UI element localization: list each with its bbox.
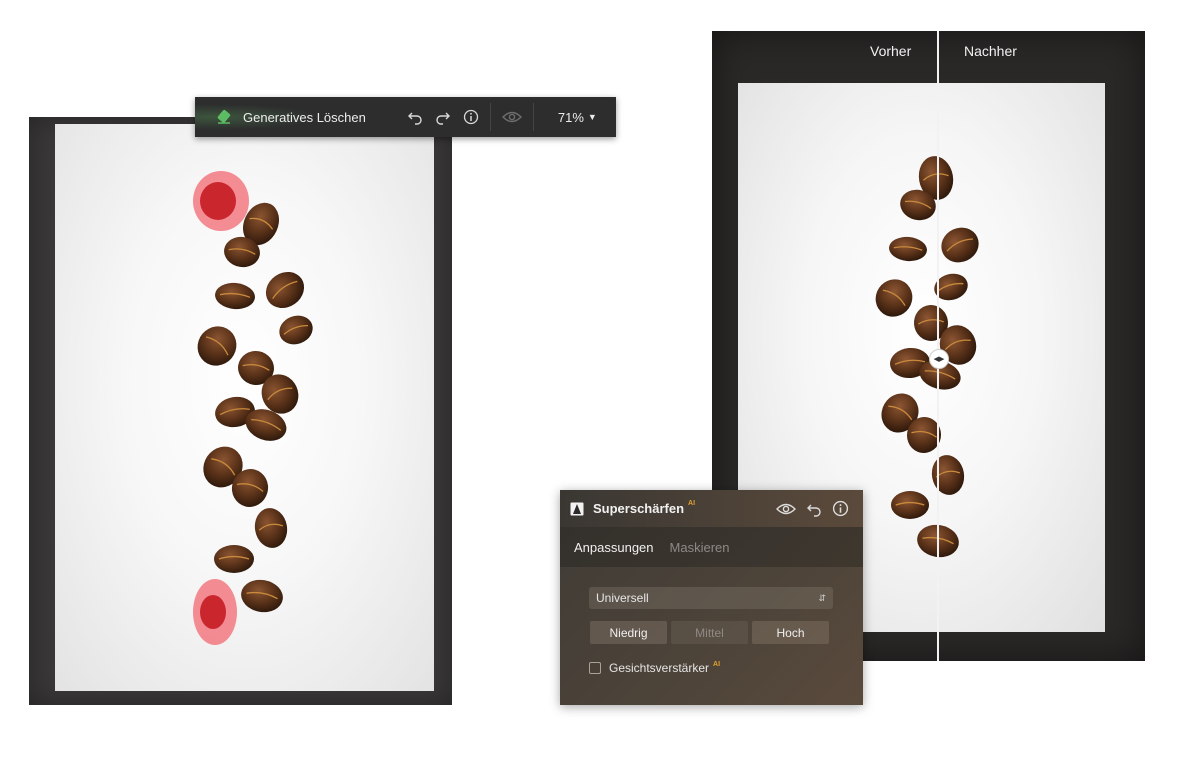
undo-icon[interactable] <box>406 108 424 126</box>
chevron-down-icon: ▼ <box>587 112 597 122</box>
eraser-icon <box>215 108 233 126</box>
zoom-dropdown[interactable]: 71% ▼ <box>534 110 597 125</box>
coffee-beans-image <box>193 171 313 645</box>
tool-indicator[interactable]: Generatives Löschen <box>195 97 380 137</box>
tab-masking[interactable]: Maskieren <box>670 540 730 555</box>
eye-icon[interactable] <box>776 502 796 516</box>
compare-divider[interactable] <box>937 31 939 661</box>
super-sharpen-panel: Superschärfen AI Anpassungen Maskieren U… <box>560 490 863 705</box>
erase-mask-top[interactable] <box>193 171 249 231</box>
coffee-bean <box>215 282 255 310</box>
ai-badge: AI <box>688 500 696 507</box>
before-label: Vorher <box>870 43 912 59</box>
coffee-bean <box>941 227 979 263</box>
tab-adjustments[interactable]: Anpassungen <box>574 540 654 555</box>
coffee-bean <box>279 315 313 345</box>
coffee-bean <box>889 236 927 262</box>
panel-title: Superschärfen <box>593 501 685 516</box>
coffee-bean <box>254 508 288 548</box>
face-enhancer-option: Gesichtsverstärker AI <box>589 661 833 675</box>
zoom-value: 71% <box>557 109 584 125</box>
after-label: Nachher <box>964 43 1017 59</box>
strength-low-button[interactable]: Niedrig <box>590 621 667 644</box>
coffee-bean <box>265 271 305 309</box>
panel-tabs: Anpassungen Maskieren <box>560 527 863 567</box>
face-enhancer-checkbox[interactable] <box>589 662 601 674</box>
coffee-bean <box>197 326 237 366</box>
face-enhancer-label: Gesichtsverstärker <box>609 661 710 675</box>
coffee-bean <box>241 579 283 613</box>
mode-select[interactable]: Universell ⇵ <box>589 587 833 609</box>
redo-icon[interactable] <box>434 108 452 126</box>
generative-erase-toolbar: Generatives Löschen 71% ▼ <box>195 97 616 137</box>
eye-icon[interactable] <box>491 110 533 124</box>
coffee-bean <box>214 545 254 573</box>
info-icon[interactable] <box>832 500 849 517</box>
split-arrows-icon[interactable]: ◀▶ <box>929 349 949 369</box>
left-editor-canvas <box>29 117 452 705</box>
mode-select-value: Universell <box>596 591 649 605</box>
ai-badge: AI <box>713 660 721 668</box>
reset-icon[interactable] <box>806 501 822 517</box>
chevron-updown-icon: ⇵ <box>818 592 826 603</box>
coffee-bean <box>875 279 913 317</box>
panel-header: Superschärfen AI <box>560 490 863 527</box>
coffee-beans-photo-left[interactable] <box>55 124 434 691</box>
super-sharpen-logo-icon <box>570 502 584 516</box>
strength-high-button[interactable]: Hoch <box>752 621 829 644</box>
coffee-bean <box>931 455 965 495</box>
coffee-bean <box>891 491 929 519</box>
info-icon[interactable] <box>462 108 480 126</box>
tool-title: Generatives Löschen <box>243 109 366 125</box>
strength-medium-button[interactable]: Mittel <box>671 621 748 644</box>
erase-mask-bottom[interactable] <box>193 579 237 645</box>
